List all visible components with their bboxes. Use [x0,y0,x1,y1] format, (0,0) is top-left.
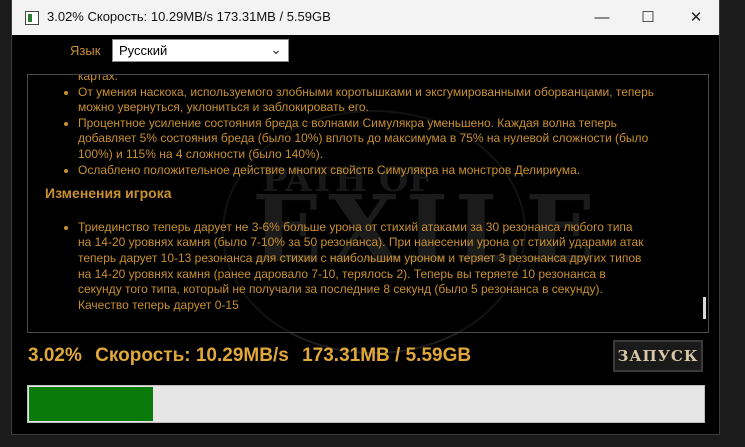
title-bar[interactable]: 3.02% Скорость: 10.29MB/s 173.31MB / 5.5… [12,0,719,35]
patch-notes-panel[interactable]: картах. От умения наскока, используемого… [27,74,709,333]
download-progress-fill [29,387,153,421]
close-icon: ✕ [689,9,703,26]
scrollbar-thumb[interactable] [703,297,706,319]
download-size: 173.31MB / 5.59GB [302,345,472,366]
language-label: Язык [70,43,101,58]
minimize-button[interactable]: — [579,0,625,35]
list-item: Процентное усиление состояния бреда с во… [78,116,696,163]
maximize-button[interactable]: ☐ [625,0,671,35]
download-percent: 3.02% [28,345,82,366]
list-item-continuation: картах. [78,74,118,83]
chevron-down-icon: ⌄ [270,41,282,57]
close-button[interactable]: ✕ [673,0,719,35]
language-selected-value: Русский [119,43,168,58]
maximize-icon: ☐ [641,9,655,26]
launcher-window: 3.02% Скорость: 10.29MB/s 173.31MB / 5.5… [12,0,719,434]
window-title: 3.02% Скорость: 10.29MB/s 173.31MB / 5.5… [47,9,331,24]
list-item: Ослаблено положительное действие многих … [78,163,696,179]
download-progress-bar [27,385,705,423]
app-icon [25,11,39,25]
download-speed: Скорость: 10.29MB/s [95,345,289,366]
language-select[interactable]: Русский ⌄ [112,39,289,62]
launch-button[interactable]: ЗАПУСК [613,340,703,372]
section-heading: Изменения игрока [45,185,172,202]
list-item: От умения наскока, используемого злобным… [78,85,696,116]
download-status: 3.02% Скорость: 10.29MB/s 173.31MB / 5.5… [28,345,479,367]
minimize-icon: — [594,9,610,26]
list-item: Триединство теперь дарует не 3-6% больше… [78,220,696,314]
